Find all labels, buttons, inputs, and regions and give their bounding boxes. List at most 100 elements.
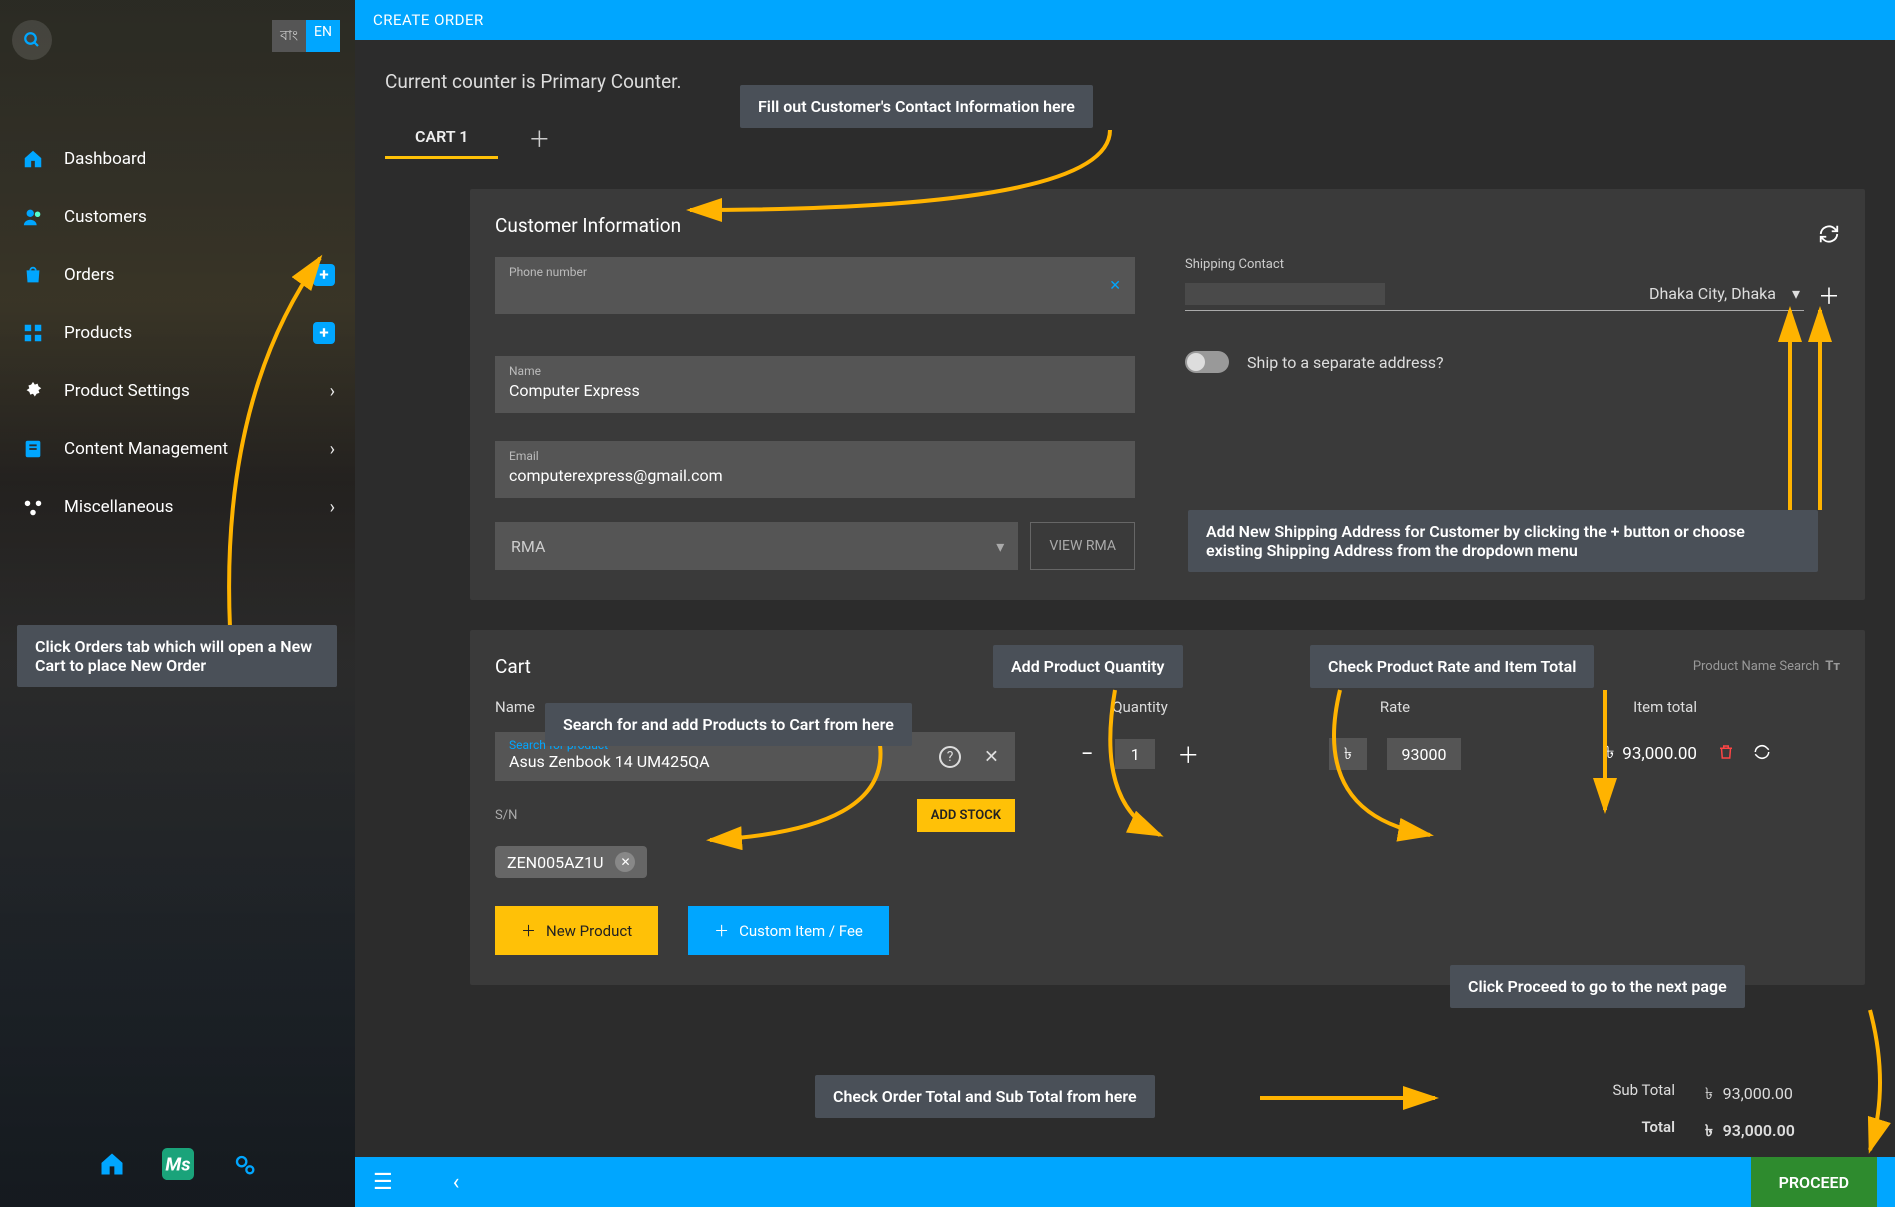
counter-line: Current counter is Primary Counter. xyxy=(385,70,1865,93)
phone-field[interactable]: Phone number ✕ xyxy=(495,257,1135,314)
nav-label: Orders xyxy=(64,265,114,285)
custom-item-button[interactable]: ＋ Custom Item / Fee xyxy=(688,906,889,955)
rate-cell: ৳ 93000 xyxy=(1265,732,1525,776)
increment-button[interactable]: ＋ xyxy=(1177,738,1199,770)
nav-miscellaneous[interactable]: Miscellaneous › xyxy=(0,478,355,536)
clear-icon[interactable]: ✕ xyxy=(984,746,999,767)
clear-icon[interactable]: ✕ xyxy=(1109,278,1121,294)
totals: Sub Total ৳ 93,000.00 Total ৳ 93,000.00 xyxy=(1565,1081,1865,1145)
name-field[interactable]: Name Computer Express xyxy=(495,356,1135,413)
callout-contact: Fill out Customer's Contact Information … xyxy=(740,85,1093,128)
bag-icon xyxy=(20,262,46,288)
help-icon[interactable]: ? xyxy=(939,746,961,768)
chevron-right-icon: › xyxy=(330,439,335,460)
language-toggle[interactable]: বাং EN xyxy=(272,20,340,52)
new-product-button[interactable]: ＋ New Product xyxy=(495,906,658,955)
add-stock-button[interactable]: ADD STOCK xyxy=(917,799,1015,832)
nav-product-settings[interactable]: Product Settings › xyxy=(0,362,355,420)
search-button[interactable] xyxy=(12,20,52,60)
home-icon xyxy=(20,146,46,172)
callout-cart-search: Search for and add Products to Cart from… xyxy=(545,703,912,746)
add-product-badge[interactable]: + xyxy=(313,322,335,344)
view-rma-button[interactable]: VIEW RMA xyxy=(1030,522,1135,570)
nav-orders[interactable]: Orders + xyxy=(0,246,355,304)
nav-products[interactable]: Products + xyxy=(0,304,355,362)
callout-totals: Check Order Total and Sub Total from her… xyxy=(815,1075,1155,1118)
chevron-right-icon: › xyxy=(330,381,335,402)
rma-select[interactable]: RMA ▾ xyxy=(495,522,1018,570)
text-format-icon: Tт xyxy=(1825,659,1840,674)
col-rate: Rate xyxy=(1265,698,1525,716)
sidebar-bottom: Ms xyxy=(0,1146,355,1182)
tab-cart1[interactable]: CART 1 xyxy=(385,117,498,159)
nav-label: Content Management xyxy=(64,439,228,459)
users-icon xyxy=(20,204,46,230)
callout-qty: Add Product Quantity xyxy=(993,645,1183,688)
refresh-row-icon[interactable] xyxy=(1753,743,1771,765)
field-label: Name xyxy=(509,364,1121,378)
plus-icon: ＋ xyxy=(714,920,729,941)
quantity-stepper: − 1 ＋ xyxy=(1035,732,1245,776)
delete-row-icon[interactable] xyxy=(1717,743,1735,765)
field-label: Phone number xyxy=(509,265,1121,279)
subtotal-label: Sub Total xyxy=(1565,1081,1675,1108)
callout-proceed: Click Proceed to go to the next page xyxy=(1450,965,1745,1008)
page-title: CREATE ORDER xyxy=(373,11,484,29)
cart-row: Search for product Asus Zenbook 14 UM425… xyxy=(495,732,1840,878)
callout-rate: Check Product Rate and Item Total xyxy=(1310,645,1594,688)
nav: Dashboard Customers Orders + Products + xyxy=(0,130,355,536)
plus-icon: ＋ xyxy=(521,920,536,941)
nav-label: Customers xyxy=(64,207,147,227)
sn-chip: ZEN005AZ1U ✕ xyxy=(495,846,647,878)
qty-input[interactable]: 1 xyxy=(1115,739,1155,769)
nav-dashboard[interactable]: Dashboard xyxy=(0,130,355,188)
refresh-button[interactable] xyxy=(1818,223,1840,249)
chevron-down-icon: ▾ xyxy=(1792,284,1800,303)
nav-content-management[interactable]: Content Management › xyxy=(0,420,355,478)
shipping-label: Shipping Contact xyxy=(1185,257,1840,272)
callout-shipping: Add New Shipping Address for Customer by… xyxy=(1188,510,1818,572)
topbar: CREATE ORDER xyxy=(355,0,1895,40)
sn-label: S/N xyxy=(495,808,517,823)
lang-bn[interactable]: বাং xyxy=(272,20,306,52)
field-value xyxy=(509,282,1121,302)
item-total: ৳ 93,000.00 xyxy=(1545,732,1697,776)
email-field[interactable]: Email computerexpress@gmail.com xyxy=(495,441,1135,498)
select-placeholder: RMA xyxy=(511,537,545,556)
remove-sn-icon[interactable]: ✕ xyxy=(615,852,635,872)
field-value: computerexpress@gmail.com xyxy=(509,466,1121,486)
currency-symbol: ৳ xyxy=(1329,738,1367,770)
total-value: ৳ 93,000.00 xyxy=(1705,1118,1865,1145)
subtotal-value: ৳ 93,000.00 xyxy=(1705,1081,1865,1108)
add-tab-button[interactable]: ＋ xyxy=(528,122,550,154)
shipping-select[interactable]: Dhaka City, Dhaka ▾ xyxy=(1185,277,1804,311)
shipping-value: Dhaka City, Dhaka xyxy=(1649,284,1776,303)
tabs: CART 1 ＋ xyxy=(385,117,1865,159)
total-label: Total xyxy=(1565,1118,1675,1145)
app-logo[interactable]: Ms xyxy=(160,1146,196,1182)
lang-en[interactable]: EN xyxy=(306,20,340,52)
add-order-badge[interactable]: + xyxy=(313,264,335,286)
menu-icon[interactable]: ☰ xyxy=(373,1170,393,1195)
main: CREATE ORDER Current counter is Primary … xyxy=(355,0,1895,1207)
nav-label: Product Settings xyxy=(64,381,190,401)
back-icon[interactable]: ‹ xyxy=(453,1170,460,1195)
chevron-right-icon: › xyxy=(330,497,335,518)
boxes-icon xyxy=(20,320,46,346)
misc-icon xyxy=(20,494,46,520)
add-shipping-button[interactable]: ＋ xyxy=(1818,279,1840,311)
nav-customers[interactable]: Customers xyxy=(0,188,355,246)
field-value: Asus Zenbook 14 UM425QA xyxy=(509,752,1001,771)
panel-title: Customer Information xyxy=(495,214,681,237)
rate-input[interactable]: 93000 xyxy=(1387,738,1461,770)
col-qty: Quantity xyxy=(1035,698,1245,716)
ship-separate-toggle[interactable] xyxy=(1185,351,1229,373)
panel-title: Cart xyxy=(495,655,531,678)
search-mode-toggle[interactable]: Product Name Search Tт xyxy=(1693,659,1840,674)
toggle-label: Ship to a separate address? xyxy=(1247,353,1444,372)
field-label: Email xyxy=(509,449,1121,463)
settings-button[interactable] xyxy=(226,1146,262,1182)
proceed-button[interactable]: PROCEED xyxy=(1751,1157,1877,1207)
decrement-button[interactable]: − xyxy=(1081,742,1094,767)
home-button[interactable] xyxy=(94,1146,130,1182)
